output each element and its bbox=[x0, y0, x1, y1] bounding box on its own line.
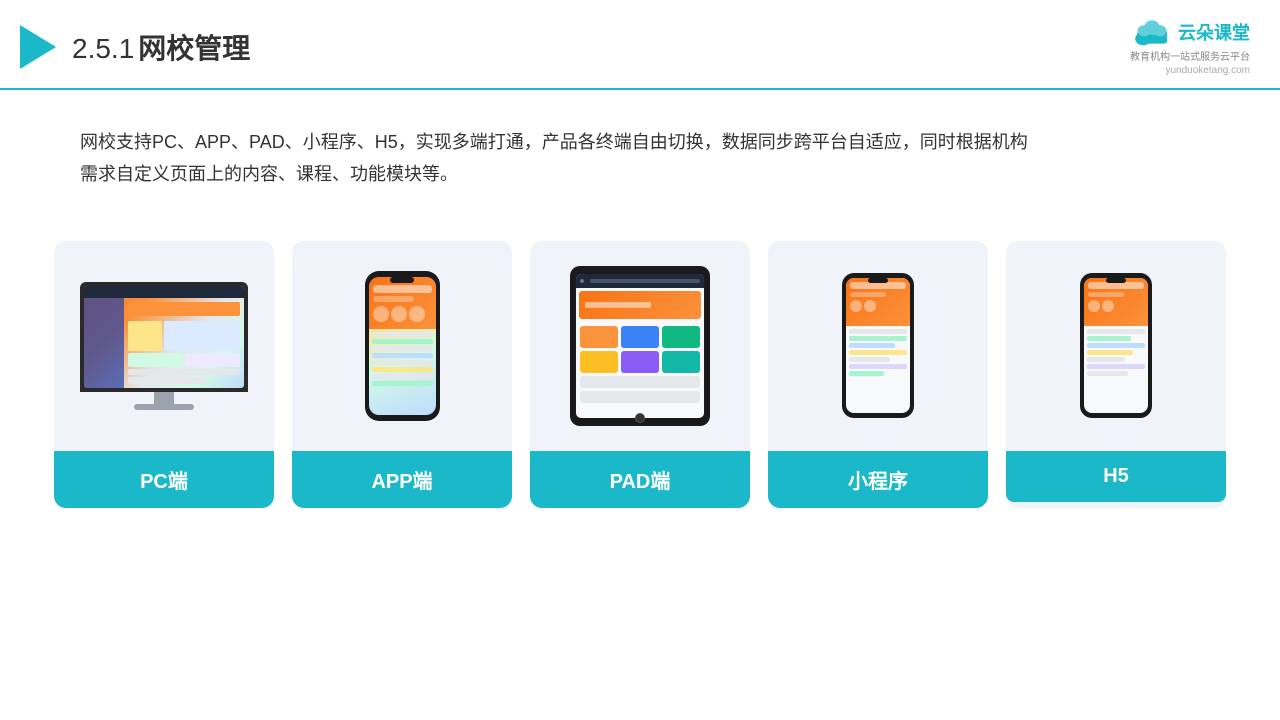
pc-image-area bbox=[54, 241, 274, 451]
card-label-app: APP端 bbox=[292, 451, 512, 508]
device-tablet bbox=[570, 266, 710, 426]
tablet-content bbox=[576, 322, 704, 407]
description-line2: 需求自定义页面上的内容、课程、功能模块等。 bbox=[80, 158, 1230, 190]
device-pc bbox=[74, 282, 254, 410]
pc-screen bbox=[84, 286, 244, 388]
tablet-home-btn bbox=[635, 413, 645, 423]
h5-image-area bbox=[1006, 241, 1226, 451]
pc-main bbox=[124, 298, 244, 388]
brand-logo-top: 云朵课堂 bbox=[1132, 18, 1250, 46]
tablet-screen bbox=[576, 274, 704, 418]
cards-section: PC端 bbox=[0, 221, 1280, 528]
card-h5: H5 bbox=[1006, 241, 1226, 508]
card-label-h5: H5 bbox=[1006, 451, 1226, 502]
app-image-area bbox=[292, 241, 512, 451]
play-arrow-icon bbox=[20, 25, 56, 69]
pc-screen-bar bbox=[84, 286, 244, 298]
brand-logo: 云朵课堂 教育机构一站式服务云平台 yunduoketang.com bbox=[1130, 18, 1250, 76]
pc-monitor bbox=[80, 282, 248, 392]
device-phone-miniprogram bbox=[842, 273, 914, 418]
card-pad: PAD端 bbox=[530, 241, 750, 508]
description: 网校支持PC、APP、PAD、小程序、H5，实现多端打通，产品各终端自由切换，数… bbox=[0, 90, 1280, 211]
header: 2.5.1网校管理 云朵课堂 教育机构一站式服务云平台 yunduoketang… bbox=[0, 0, 1280, 90]
phone-banner bbox=[369, 277, 436, 329]
page-title-text: 网校管理 bbox=[138, 33, 250, 64]
device-phone-app bbox=[365, 271, 440, 421]
phone-bottom bbox=[369, 329, 436, 389]
phone-screen-app bbox=[369, 277, 436, 415]
description-line1: 网校支持PC、APP、PAD、小程序、H5，实现多端打通，产品各终端自由切换，数… bbox=[80, 126, 1230, 158]
pc-sidebar bbox=[84, 298, 124, 388]
header-left: 2.5.1网校管理 bbox=[20, 25, 250, 69]
brand-tagline: 教育机构一站式服务云平台 bbox=[1130, 48, 1250, 63]
card-pc: PC端 bbox=[54, 241, 274, 508]
card-label-pad: PAD端 bbox=[530, 451, 750, 508]
cloud-icon bbox=[1132, 18, 1172, 46]
phone-notch-app bbox=[390, 277, 414, 283]
miniprogram-image-area bbox=[768, 241, 988, 451]
header-right: 云朵课堂 教育机构一站式服务云平台 yunduoketang.com bbox=[1130, 18, 1250, 76]
phone-small-notch-mini bbox=[868, 278, 888, 283]
card-miniprogram: 小程序 bbox=[768, 241, 988, 508]
pc-screen-body bbox=[84, 298, 244, 388]
pc-stand bbox=[154, 392, 174, 404]
tablet-header-bar bbox=[576, 274, 704, 288]
brand-name-text: 云朵课堂 bbox=[1178, 19, 1250, 45]
card-label-pc: PC端 bbox=[54, 451, 274, 508]
phone-small-notch-h5 bbox=[1106, 278, 1126, 283]
page-title-number: 2.5.1 bbox=[72, 33, 134, 64]
pad-image-area bbox=[530, 241, 750, 451]
card-app: APP端 bbox=[292, 241, 512, 508]
pc-base bbox=[134, 404, 194, 410]
brand-url: yunduoketang.com bbox=[1165, 65, 1250, 76]
device-phone-h5 bbox=[1080, 273, 1152, 418]
page-title: 2.5.1网校管理 bbox=[72, 27, 250, 67]
card-label-miniprogram: 小程序 bbox=[768, 451, 988, 508]
